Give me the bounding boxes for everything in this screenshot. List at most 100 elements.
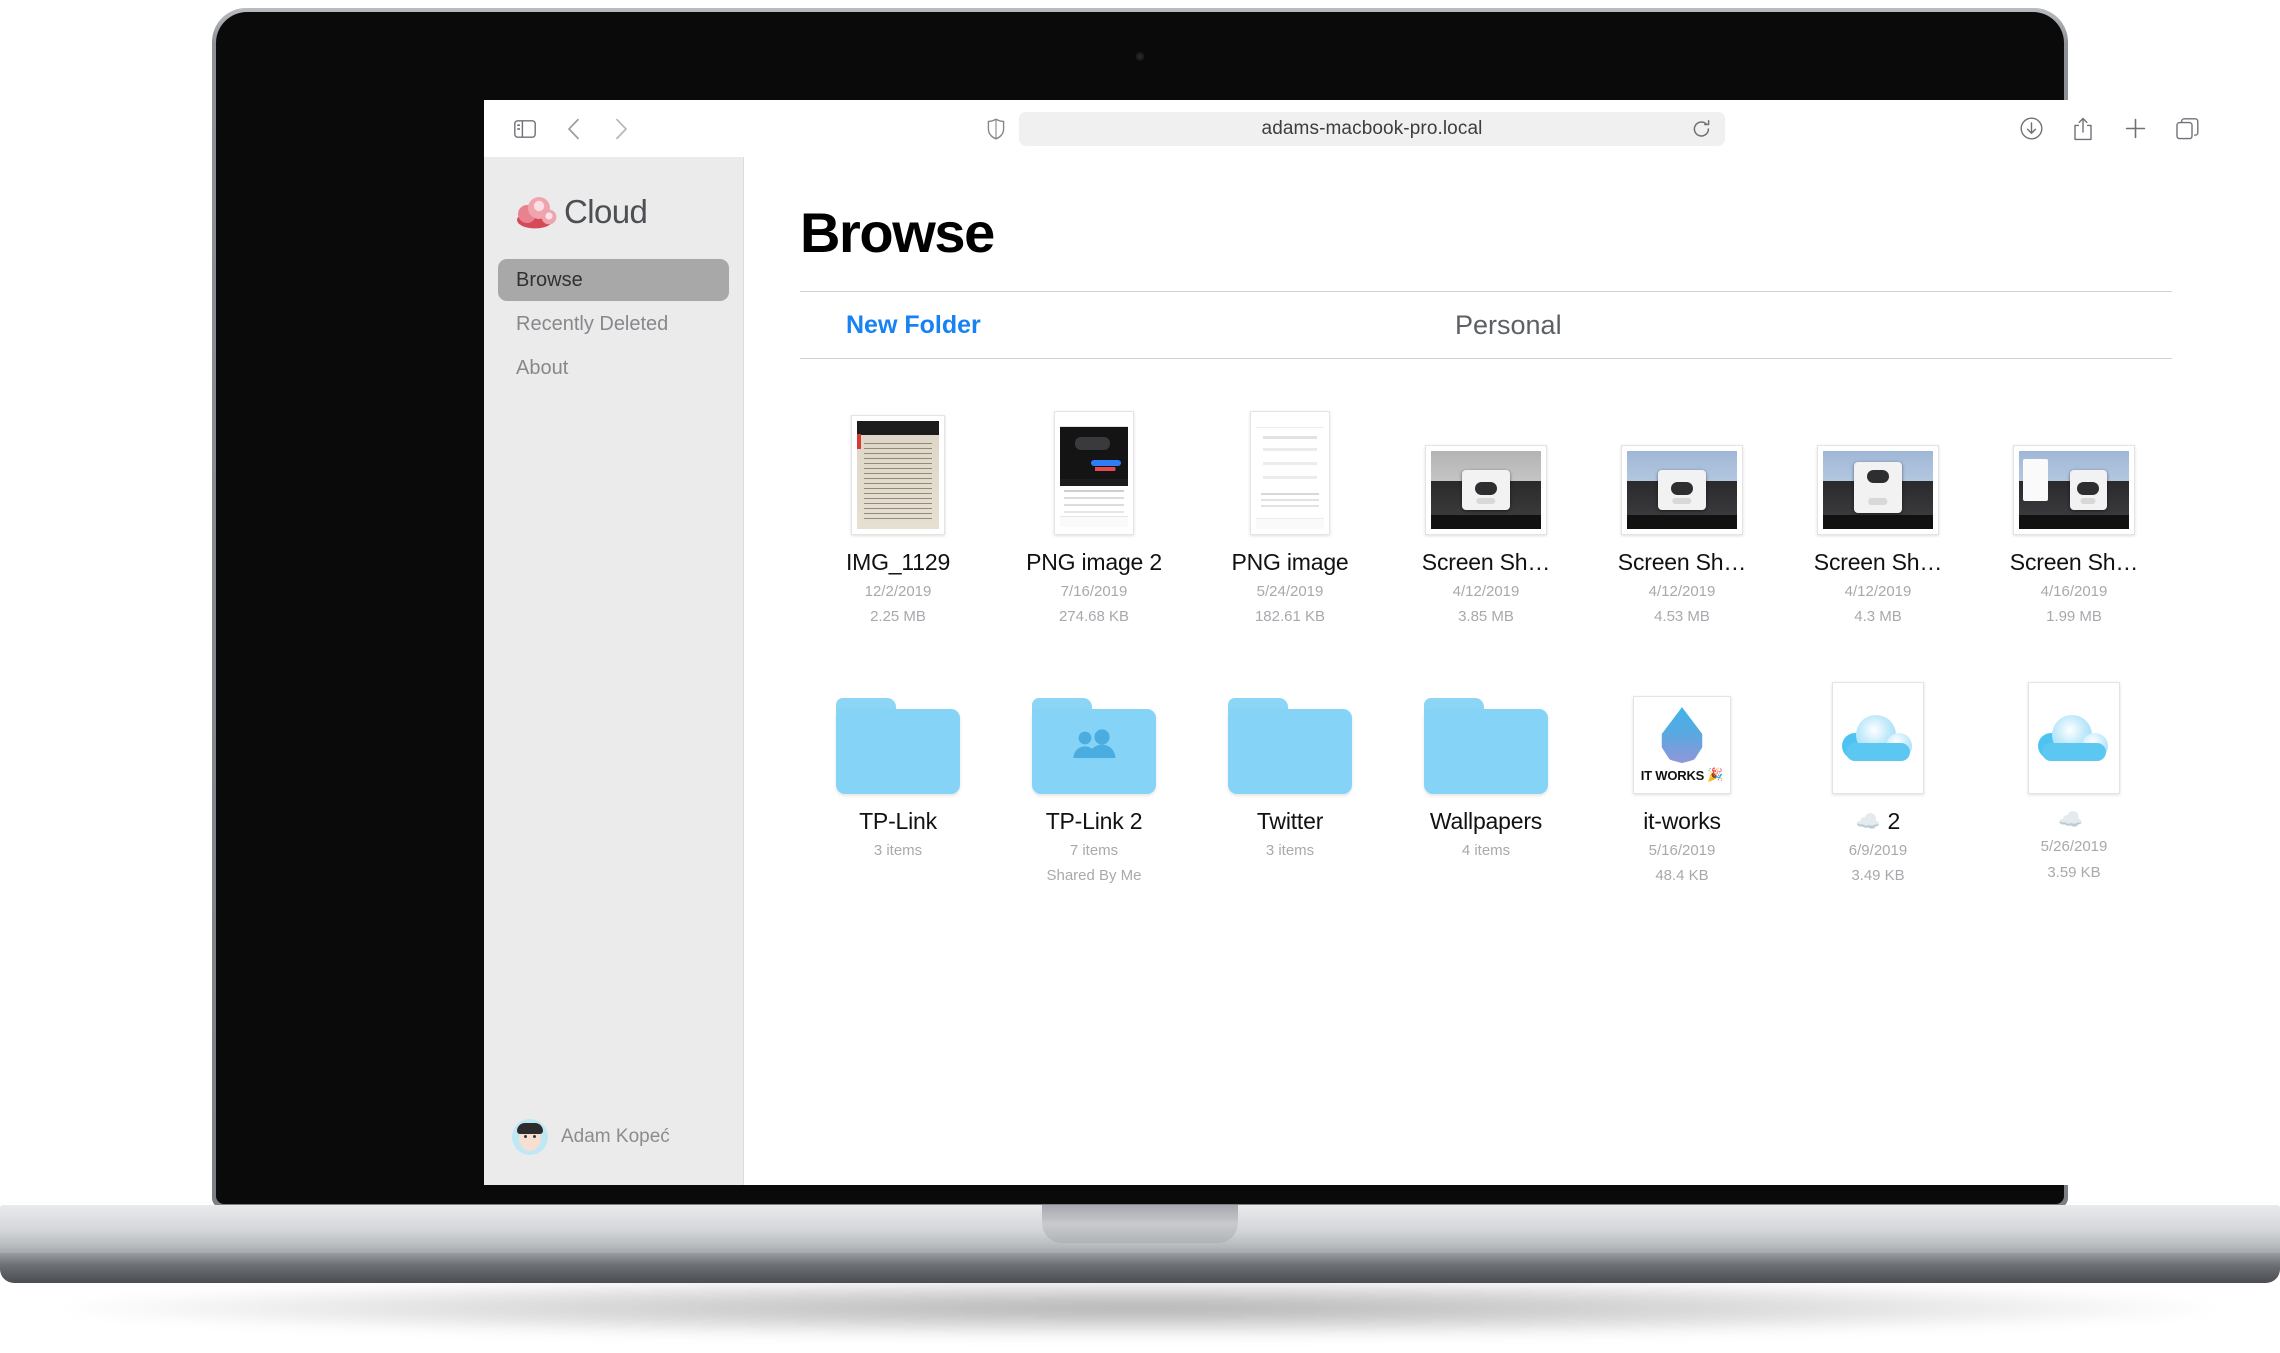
- file-name: Screen Sh…: [1617, 549, 1747, 575]
- sidebar-item-browse[interactable]: Browse: [498, 259, 729, 301]
- water-drop-icon: [1661, 707, 1703, 764]
- file-name: Screen Sh…: [1813, 549, 1943, 575]
- file-size: 4.3 MB: [1854, 608, 1902, 626]
- file-size: 274.68 KB: [1058, 608, 1130, 626]
- document-scan-icon: [851, 415, 945, 535]
- file-name: PNG image 2: [1026, 549, 1162, 575]
- scope-label: Personal: [1455, 309, 1562, 340]
- macbook-pro-device: MacBook Pro: [0, 0, 2280, 1353]
- phone-screenshot-icon: [1250, 411, 1330, 535]
- file-name-text: 2: [1887, 808, 1901, 835]
- reload-icon[interactable]: [1692, 119, 1711, 138]
- cloud-logo-icon: [516, 194, 558, 230]
- folder-name: TP-Link 2: [1045, 808, 1143, 835]
- thumbnail: [1032, 664, 1156, 795]
- file-size: 3.59 KB: [2047, 863, 2101, 881]
- file-size: 182.61 KB: [1254, 608, 1326, 626]
- laptop-notch: [1042, 1205, 1238, 1243]
- file-date: 5/16/2019: [1648, 841, 1716, 859]
- folder-name: TP-Link: [859, 808, 937, 835]
- thumbnail: [836, 664, 960, 795]
- phone-screenshot-icon: [1054, 411, 1134, 535]
- file-item[interactable]: Screen Sh… 4/16/2019 1.99 MB: [1976, 405, 2172, 628]
- desktop-screenshot-icon: [1621, 445, 1743, 535]
- cloud-image-thumbnail: [2028, 682, 2120, 795]
- file-item[interactable]: IT WORKS 🎉 it-works 5/16/2019 48.4 KB: [1584, 664, 1780, 887]
- sidebar-item-about[interactable]: About: [498, 347, 729, 389]
- laptop-base-front: [0, 1253, 2280, 1283]
- toolbar-right-group: [2018, 116, 2200, 142]
- shared-folder-icon: [1032, 698, 1156, 795]
- thumbnail: [1425, 405, 1547, 535]
- share-icon[interactable]: [2070, 116, 2096, 142]
- thumbnail: [2013, 405, 2135, 535]
- file-size: 3.49 KB: [1851, 867, 1905, 885]
- file-item[interactable]: PNG image 2 7/16/2019 274.68 KB: [996, 405, 1192, 628]
- chevron-right-icon[interactable]: [608, 116, 634, 142]
- folder-item[interactable]: TP-Link 2 7 items Shared By Me: [996, 664, 1192, 887]
- file-date: 6/9/2019: [1848, 841, 1908, 859]
- folder-shared-status: Shared By Me: [1046, 867, 1142, 885]
- file-date: 4/12/2019: [1844, 582, 1912, 600]
- app-sidebar: Cloud Browse Recently Deleted About Adam…: [484, 157, 744, 1185]
- sidebar-item-label: Recently Deleted: [516, 312, 669, 335]
- sidebar-item-label: Browse: [516, 268, 583, 291]
- file-date: 4/16/2019: [2040, 582, 2108, 600]
- screen-viewport: adams-macbook-pro.local Cloud Browse Rec…: [484, 100, 2228, 1185]
- plus-icon[interactable]: [2122, 116, 2148, 142]
- webcam-icon: [1135, 52, 1145, 61]
- sidebar-toggle-icon[interactable]: [512, 116, 538, 142]
- file-name: it-works: [1643, 808, 1721, 835]
- tabs-icon[interactable]: [2174, 116, 2200, 142]
- file-size: 4.53 MB: [1654, 608, 1710, 626]
- thumbnail: [1621, 405, 1743, 535]
- file-size: 3.85 MB: [1458, 608, 1514, 626]
- shield-icon[interactable]: [987, 117, 1005, 140]
- party-popper-icon: 🎉: [1707, 767, 1724, 783]
- thumbnail: [1054, 405, 1134, 535]
- file-size: 48.4 KB: [1655, 867, 1709, 885]
- main-content: Browse New Folder Personal IMG_1129 12/2…: [744, 157, 2228, 1185]
- file-date: 5/26/2019: [2040, 838, 2108, 856]
- cloud-icon: [1842, 715, 1914, 762]
- file-item[interactable]: PNG image 5/24/2019 182.61 KB: [1192, 405, 1388, 628]
- folder-item[interactable]: Wallpapers 4 items: [1388, 664, 1584, 887]
- file-item[interactable]: ☁️ 5/26/2019 3.59 KB: [1976, 664, 2172, 887]
- web-page: Cloud Browse Recently Deleted About Adam…: [484, 157, 2228, 1185]
- file-item[interactable]: ☁️ 2 6/9/2019 3.49 KB: [1780, 664, 1976, 887]
- sidebar-user[interactable]: Adam Kopeć: [484, 1119, 743, 1185]
- sidebar-item-recently-deleted[interactable]: Recently Deleted: [498, 303, 729, 345]
- folder-count: 3 items: [873, 841, 923, 859]
- folder-item[interactable]: Twitter 3 items: [1192, 664, 1388, 887]
- file-item[interactable]: Screen Sh… 4/12/2019 3.85 MB: [1388, 405, 1584, 628]
- file-item[interactable]: IMG_1129 12/2/2019 2.25 MB: [800, 405, 996, 628]
- file-date: 7/16/2019: [1060, 582, 1128, 600]
- file-date: 4/12/2019: [1648, 582, 1716, 600]
- folder-count: 7 items: [1069, 841, 1119, 859]
- url-input[interactable]: adams-macbook-pro.local: [1019, 111, 1725, 146]
- download-circle-icon[interactable]: [2018, 116, 2044, 142]
- brand-header: Cloud: [484, 157, 743, 231]
- file-date: 4/12/2019: [1452, 582, 1520, 600]
- app-icon-thumbnail: IT WORKS 🎉: [1633, 696, 1731, 795]
- file-date: 5/24/2019: [1256, 582, 1324, 600]
- desktop-screenshot-icon: [1425, 445, 1547, 535]
- file-size: 2.25 MB: [870, 608, 926, 626]
- file-name: Screen Sh…: [2009, 549, 2139, 575]
- new-folder-button[interactable]: New Folder: [846, 311, 981, 340]
- file-name: IMG_1129: [845, 549, 951, 575]
- folder-icon: [836, 698, 960, 795]
- cloud-emoji-icon: ☁️: [2058, 809, 2083, 832]
- device-shadow: [60, 1278, 2220, 1338]
- thumbnail: [1424, 664, 1548, 795]
- chevron-left-icon[interactable]: [560, 116, 586, 142]
- file-size: 1.99 MB: [2046, 608, 2102, 626]
- file-grid: IMG_1129 12/2/2019 2.25 MB PNG image 2 7…: [800, 405, 2172, 887]
- icon-caption: IT WORKS: [1640, 767, 1705, 783]
- folder-name: Twitter: [1256, 808, 1324, 835]
- people-icon: [1071, 729, 1117, 759]
- file-item[interactable]: Screen Sh… 4/12/2019 4.53 MB: [1584, 405, 1780, 628]
- folder-item[interactable]: TP-Link 3 items: [800, 664, 996, 887]
- cloud-icon: [2038, 715, 2110, 762]
- file-item[interactable]: Screen Sh… 4/12/2019 4.3 MB: [1780, 405, 1976, 628]
